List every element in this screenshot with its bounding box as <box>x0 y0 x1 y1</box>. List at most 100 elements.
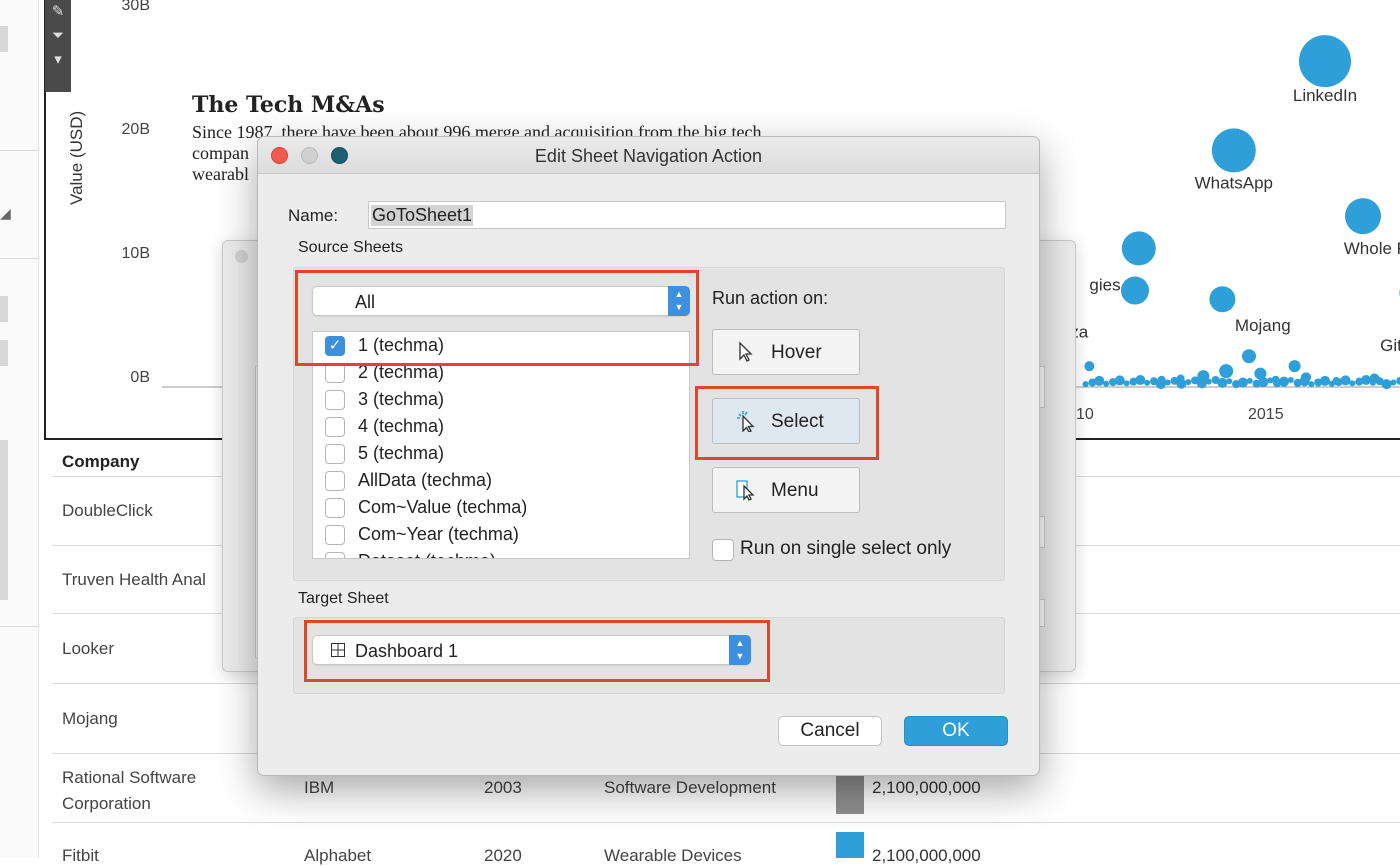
dialog-titlebar[interactable]: Edit Sheet Navigation Action <box>258 137 1039 174</box>
window-close-button[interactable] <box>235 250 248 263</box>
sidebar-tab[interactable] <box>0 296 8 322</box>
divider <box>0 258 38 259</box>
chart-point[interactable] <box>1238 377 1248 387</box>
table-row-company[interactable]: Rational Software Corporation <box>62 765 196 817</box>
chart-point[interactable] <box>1084 361 1094 371</box>
chart-point[interactable] <box>1115 375 1125 385</box>
chart-point[interactable] <box>1197 378 1207 388</box>
single-select-checkbox[interactable] <box>712 539 734 561</box>
sidebar-scrollbar[interactable] <box>0 440 8 600</box>
point-label: WhatsApp <box>1195 173 1273 192</box>
checkbox[interactable] <box>325 363 345 383</box>
table-row-company[interactable]: Fitbit <box>62 846 99 866</box>
chart-point[interactable] <box>1361 375 1371 385</box>
divider <box>52 822 1400 823</box>
checkbox[interactable] <box>325 390 345 410</box>
chart-point[interactable] <box>1396 377 1400 385</box>
list-item-label: AllData (techma) <box>358 470 492 491</box>
table-header-company: Company <box>62 452 139 472</box>
y-tick-label: 20B <box>122 121 150 138</box>
chart-point[interactable] <box>1320 376 1330 386</box>
value-bar <box>836 774 864 814</box>
dialog-title: Edit Sheet Navigation Action <box>258 146 1039 167</box>
checkbox[interactable] <box>325 552 345 559</box>
company-line: Corporation <box>62 791 196 817</box>
hover-button[interactable]: Hover <box>712 329 860 375</box>
table-row-company[interactable]: Truven Health Anal <box>62 570 206 590</box>
single-select-label: Run on single select only <box>740 538 951 560</box>
x-tick-label: 10 <box>1076 406 1094 423</box>
point-labels: LinkedInWhatsAppWhole Foods MagiesNetezz… <box>1026 86 1400 355</box>
point-label: Whole Foods Ma <box>1344 239 1400 258</box>
y-tick-label: 0B <box>130 369 150 386</box>
chart-point[interactable] <box>1242 349 1256 363</box>
chart-point[interactable] <box>1390 379 1396 385</box>
chart-point[interactable] <box>1267 377 1273 383</box>
chart-point[interactable] <box>1247 378 1253 384</box>
chart-point[interactable] <box>1382 379 1392 389</box>
table-row-company[interactable]: Looker <box>62 639 114 659</box>
chart-point[interactable] <box>1135 375 1145 385</box>
chart-point[interactable] <box>1176 379 1186 389</box>
chart-point[interactable] <box>1219 364 1233 378</box>
chart-point[interactable] <box>1288 377 1294 383</box>
chart-point[interactable] <box>1156 379 1166 389</box>
menu-pointer-icon <box>735 479 757 501</box>
chart-point[interactable] <box>1212 128 1256 172</box>
chart-point[interactable] <box>1308 381 1314 387</box>
highlight-target-sheet <box>304 620 770 682</box>
chart-point[interactable] <box>1206 379 1212 385</box>
checkbox[interactable] <box>325 498 345 518</box>
ok-button[interactable]: OK <box>904 716 1008 746</box>
list-item-label: 4 (techma) <box>358 416 444 437</box>
name-field[interactable]: GoToSheet1 <box>368 201 1006 229</box>
target-sheet-label: Target Sheet <box>298 590 389 608</box>
checkbox[interactable] <box>325 417 345 437</box>
chart-point[interactable] <box>1299 35 1351 87</box>
chart-point[interactable] <box>1165 379 1171 385</box>
list-item-label: Dataset (techma) <box>358 551 496 559</box>
chart-point[interactable] <box>1345 198 1381 234</box>
chart-point[interactable] <box>1299 376 1309 386</box>
chart-point[interactable] <box>1341 375 1351 385</box>
chart-point[interactable] <box>1209 286 1235 312</box>
left-sidebar: ◢ <box>0 0 39 858</box>
table-cell-category: Wearable Devices <box>604 846 742 866</box>
cancel-button[interactable]: Cancel <box>778 716 882 746</box>
chart-point[interactable] <box>1121 277 1149 305</box>
table-row-company[interactable]: DoubleClick <box>62 501 153 521</box>
checkbox[interactable] <box>325 444 345 464</box>
chart-point[interactable] <box>1289 360 1301 372</box>
chart-point[interactable] <box>1122 231 1156 265</box>
point-label: LinkedIn <box>1293 86 1357 105</box>
chart-point[interactable] <box>1217 378 1227 388</box>
chart-point[interactable] <box>1094 376 1104 386</box>
point-label: Git <box>1380 336 1400 355</box>
menu-button[interactable]: Menu <box>712 467 860 513</box>
caret-icon[interactable]: ◢ <box>0 205 11 222</box>
chart-point[interactable] <box>1083 381 1089 387</box>
chart-point[interactable] <box>1329 381 1335 387</box>
company-line: Rational Software <box>62 765 196 791</box>
sidebar-tab[interactable] <box>0 26 8 52</box>
table-cell-acquirer: IBM <box>304 778 334 798</box>
list-item-label: Com~Year (techma) <box>358 524 519 545</box>
chart-point[interactable] <box>1349 380 1355 386</box>
chart-point[interactable] <box>1279 377 1289 387</box>
chart-point[interactable] <box>1124 380 1130 386</box>
hover-label: Hover <box>771 342 822 364</box>
name-value: GoToSheet1 <box>371 205 473 226</box>
chart-point[interactable] <box>1144 380 1150 386</box>
chart-point[interactable] <box>1185 379 1191 385</box>
chart-point[interactable] <box>1258 377 1268 387</box>
table-row-company[interactable]: Mojang <box>62 709 118 729</box>
table-cell-year: 2020 <box>484 846 522 866</box>
checkbox[interactable] <box>325 525 345 545</box>
sidebar-tab[interactable] <box>0 340 8 366</box>
chart-point[interactable] <box>1103 381 1109 387</box>
y-axis-label: Value (USD) <box>67 111 86 205</box>
chart-point[interactable] <box>1226 378 1232 384</box>
point-label: gies <box>1089 276 1120 295</box>
chart-point[interactable] <box>1370 380 1376 386</box>
checkbox[interactable] <box>325 471 345 491</box>
